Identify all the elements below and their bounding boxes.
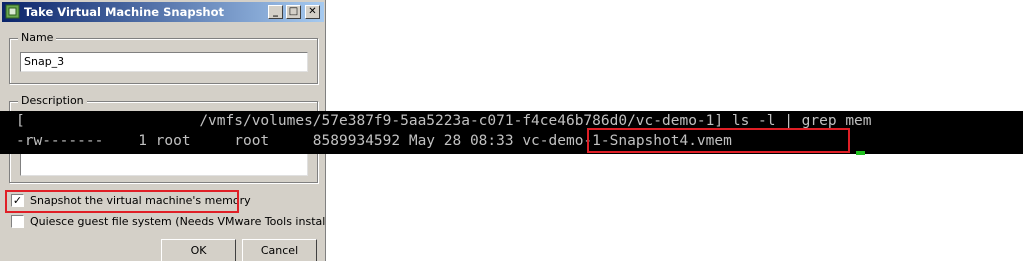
- close-button[interactable]: ✕: [305, 5, 320, 19]
- quiesce-checkbox[interactable]: [11, 215, 24, 228]
- quiesce-option-label: Quiesce guest file system (Needs VMware …: [30, 215, 326, 228]
- name-group: Name Snap_3: [9, 31, 318, 84]
- snapshot-name-input[interactable]: Snap_3: [20, 52, 308, 72]
- vm-icon: [5, 4, 20, 19]
- filename-highlight: [587, 128, 850, 153]
- ok-button[interactable]: OK: [161, 239, 236, 261]
- dialog-title: Take Virtual Machine Snapshot: [24, 5, 224, 19]
- title-bar[interactable]: Take Virtual Machine Snapshot _ □ ✕: [2, 2, 324, 22]
- maximize-button[interactable]: □: [286, 5, 301, 19]
- minimize-button[interactable]: _: [268, 5, 283, 19]
- terminal-output: [ /vmfs/volumes/57e387f9-5aa5223a-c071-f…: [0, 111, 1023, 155]
- description-group-label: Description: [18, 94, 87, 107]
- memory-option-highlight: [5, 190, 239, 213]
- terminal-line-prefix: -rw------- 1 root root 8589934592 May 28…: [16, 133, 523, 149]
- name-group-label: Name: [18, 31, 57, 44]
- terminal-line-command: [ /vmfs/volumes/57e387f9-5aa5223a-c071-f…: [16, 113, 872, 129]
- terminal-cursor: [856, 151, 865, 155]
- cancel-button[interactable]: Cancel: [242, 239, 317, 261]
